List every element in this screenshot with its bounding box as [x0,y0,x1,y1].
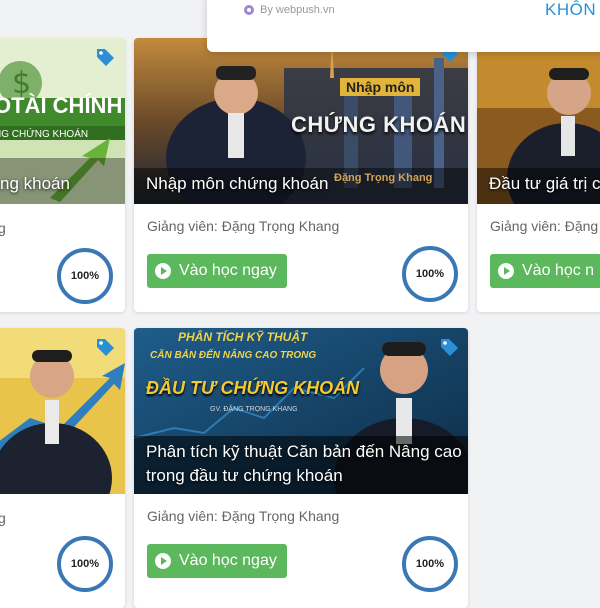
instructor-name: g [0,510,6,526]
webpush-logo-icon [244,5,254,15]
instructor-name: Giảng viên: Đặng Trọng Khang [147,218,340,234]
progress-circle: 100% [402,536,458,592]
deny-button[interactable]: KHÔN [545,0,596,20]
course-title-line: Phân tích kỹ thuật Căn bản đến Nâng cao [146,442,462,461]
course-card[interactable]: Nhập môn CHỨNG KHOÁN Đặng Trọng Khang Nh… [134,38,468,312]
enroll-button-label: Vào học n [522,262,595,279]
thumb-text: PHÂN TÍCH KỸ THUẬT [178,330,308,344]
progress-circle: 100% [57,248,113,304]
course-title[interactable]: ng khoán [0,172,119,196]
tag-icon [97,49,114,66]
progress-circle: 100% [402,246,458,302]
course-card[interactable]: PHÂN TÍCH KỸ THUẬT CĂN BẢN ĐẾN NÂNG CAO … [134,328,468,608]
progress-circle: 100% [57,536,113,592]
enroll-button[interactable]: Vào học ngay [147,254,287,288]
enroll-button-label: Vào học ngay [179,262,277,279]
thumb-text: CHỨNG KHOÁN [291,112,467,137]
thumb-subtext: GV. ĐẶNG TRỌNG KHANG [210,406,298,413]
thumb-subtext: NG CHỨNG KHOÁN [0,129,89,140]
thumb-badge: Nhập môn [340,78,421,96]
play-icon [498,263,514,279]
enroll-button[interactable]: Vào học ngay [147,544,287,578]
course-title[interactable]: Đầu tư giá trị c [489,172,600,196]
thumb-text: ĐẦU TƯ CHỨNG KHOÁN [146,378,360,398]
course-title[interactable]: Nhập môn chứng khoán [146,172,462,196]
play-icon [155,263,171,279]
thumb-text: CĂN BẢN ĐẾN NÂNG CAO TRONG [150,350,317,361]
course-thumbnail[interactable]: Đầu tư giá trị c [477,38,600,204]
play-icon [155,553,171,569]
popup-brand: By webpush.vn [243,4,335,16]
course-card[interactable]: g 100% [0,328,125,608]
instructor-name: Giảng viên: Đặng Trọng Khang [147,508,340,524]
course-card[interactable]: Đầu tư giá trị c Giảng viên: Đặng Vào họ… [477,38,600,312]
course-thumbnail[interactable]: PHÂN TÍCH KỸ THUẬT CĂN BẢN ĐẾN NÂNG CAO … [134,328,468,494]
course-card[interactable]: $ OTÀI CHÍNH NG CHỨNG KHOÁN ng khoán g 1… [0,38,125,312]
instructor-name: g [0,220,6,236]
course-title[interactable]: Phân tích kỹ thuật Căn bản đến Nâng cao … [146,440,462,488]
enroll-button-label: Vào học ngay [179,552,277,569]
enroll-button[interactable]: Vào học n [490,254,600,288]
popup-brand-label: By webpush.vn [260,4,335,16]
course-thumbnail[interactable]: Nhập môn CHỨNG KHOÁN Đặng Trọng Khang Nh… [134,38,468,204]
tag-icon [441,339,458,356]
thumb-text: OTÀI CHÍNH [0,93,123,118]
course-title-line: trong đầu tư chứng khoán [146,466,343,485]
instructor-name: Giảng viên: Đặng [490,218,599,234]
push-notification-popup: By webpush.vn KHÔN [207,0,600,52]
tag-icon [97,339,114,356]
